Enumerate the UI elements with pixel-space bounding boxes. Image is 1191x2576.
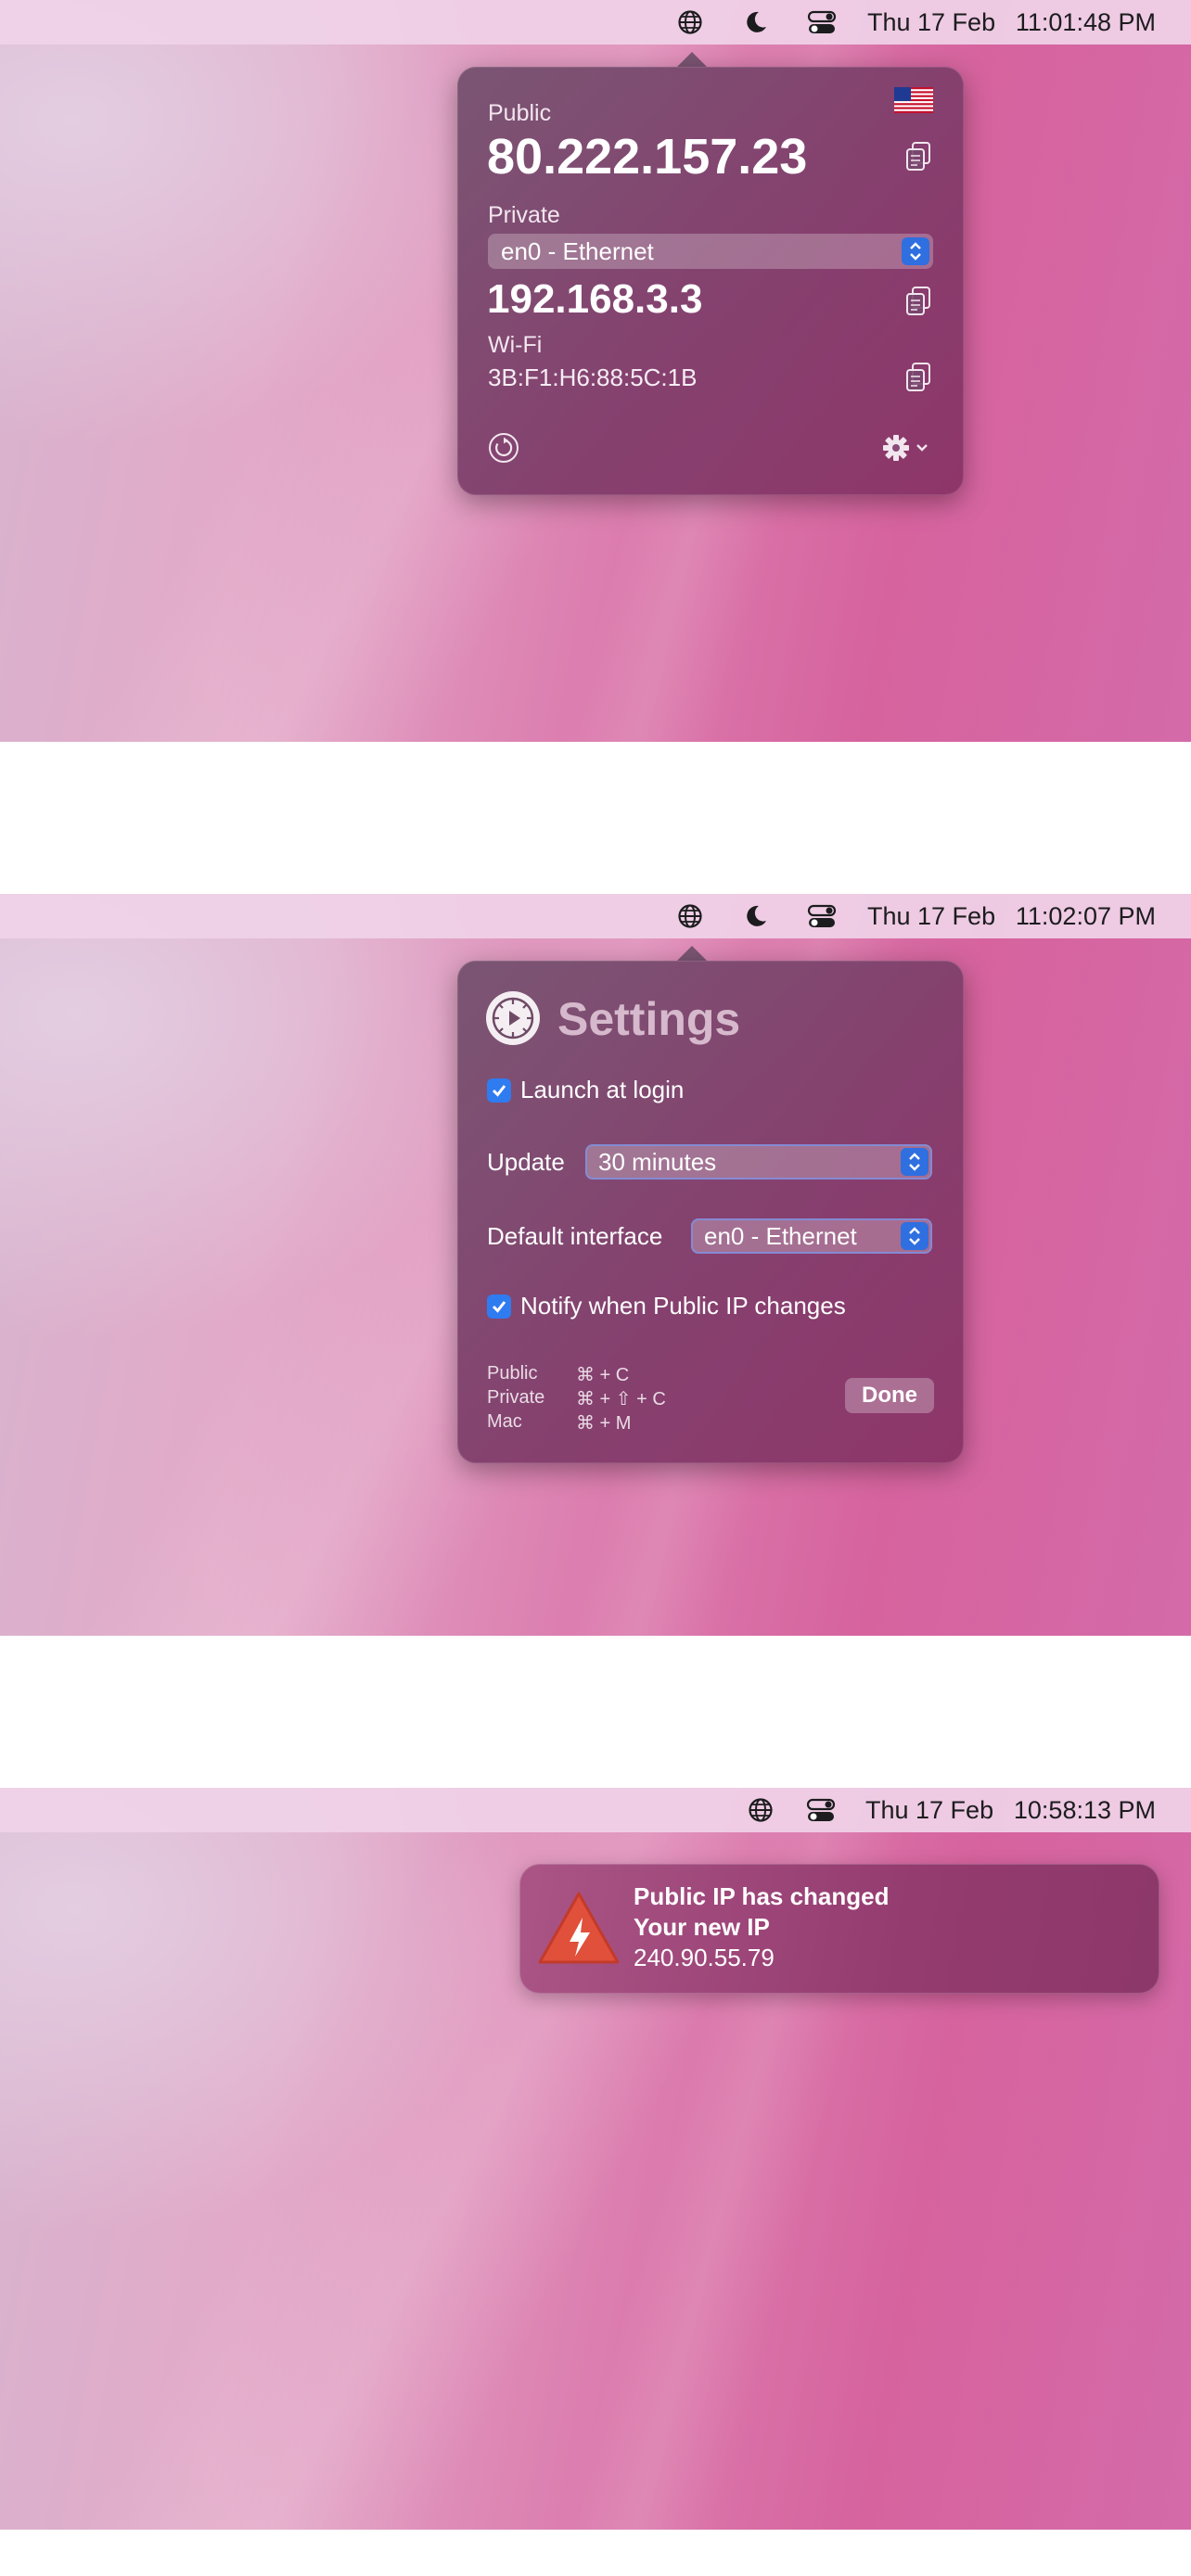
wifi-label: Wi-Fi xyxy=(488,332,543,358)
menu-bar: Thu 17 Feb 10:58:13 PM xyxy=(0,1788,1191,1832)
desktop-screen-2: Thu 17 Feb 11:02:07 PM Settings Launch a… xyxy=(0,894,1191,1636)
launch-at-login-label: Launch at login xyxy=(520,1076,685,1103)
control-center-icon[interactable] xyxy=(807,0,837,45)
ip-change-notification[interactable]: Public IP has changed Your new IP 240.90… xyxy=(519,1864,1159,1994)
chevron-updown-icon xyxy=(902,237,929,265)
shortcut-private-keys: ⌘ + ⇧ + C xyxy=(576,1389,666,1409)
private-ip-value[interactable]: 192.168.3.3 xyxy=(487,276,702,323)
control-center-icon[interactable] xyxy=(807,894,837,938)
copy-private-icon[interactable] xyxy=(904,286,932,322)
shortcut-public-keys: ⌘ + C xyxy=(576,1365,630,1385)
menubar-date: Thu 17 Feb xyxy=(865,1795,994,1824)
update-interval-select[interactable]: 30 minutes xyxy=(585,1144,932,1180)
moon-icon[interactable] xyxy=(744,894,768,938)
update-label: Update xyxy=(487,1148,565,1176)
shortcut-mac-name: Mac xyxy=(487,1411,522,1432)
interface-select-value: en0 - Ethernet xyxy=(501,236,654,265)
copy-public-icon[interactable] xyxy=(904,141,932,177)
shortcut-public-name: Public xyxy=(487,1363,538,1384)
shortcut-mac-keys: ⌘ + M xyxy=(576,1413,632,1434)
launch-at-login-checkbox[interactable] xyxy=(487,1078,511,1103)
menubar-date: Thu 17 Feb xyxy=(867,901,996,930)
refresh-icon[interactable] xyxy=(488,432,519,468)
notify-ip-change-checkbox[interactable] xyxy=(487,1294,511,1319)
notification-ip: 240.90.55.79 xyxy=(634,1944,775,1971)
menubar-time: 11:02:07 PM xyxy=(1015,901,1156,930)
public-ip-value[interactable]: 80.222.157.23 xyxy=(487,128,807,185)
settings-popover: Settings Launch at login Update 30 minut… xyxy=(457,961,964,1463)
control-center-icon[interactable] xyxy=(806,1788,836,1832)
menubar-time: 11:01:48 PM xyxy=(1015,7,1156,36)
desktop-screen-1: Thu 17 Feb 11:01:48 PM Public 80.222.157… xyxy=(0,0,1191,742)
moon-icon[interactable] xyxy=(744,0,768,45)
shortcut-private-name: Private xyxy=(487,1387,545,1408)
private-label: Private xyxy=(488,202,560,228)
settings-gear-icon[interactable] xyxy=(882,434,934,466)
notification-title: Public IP has changed xyxy=(634,1882,890,1910)
popover-arrow xyxy=(677,52,707,67)
ip-popover: Public 80.222.157.23 Private en0 - Ether… xyxy=(457,67,964,495)
warning-lightning-icon xyxy=(536,1890,621,1970)
chevron-updown-icon xyxy=(901,1148,928,1176)
notification-subtitle: Your new IP xyxy=(634,1913,770,1941)
popover-arrow xyxy=(677,946,707,961)
settings-app-icon xyxy=(485,990,541,1051)
menu-bar: Thu 17 Feb 11:01:48 PM xyxy=(0,0,1191,45)
globe-menu-icon[interactable] xyxy=(748,1788,774,1832)
globe-menu-icon[interactable] xyxy=(677,894,703,938)
default-interface-value: en0 - Ethernet xyxy=(704,1221,857,1250)
update-interval-value: 30 minutes xyxy=(598,1147,717,1176)
copy-mac-icon[interactable] xyxy=(904,362,932,398)
menu-bar: Thu 17 Feb 11:02:07 PM xyxy=(0,894,1191,938)
settings-title: Settings xyxy=(557,993,741,1045)
desktop-screen-3: Thu 17 Feb 10:58:13 PM Public IP has cha… xyxy=(0,1788,1191,2530)
menubar-time: 10:58:13 PM xyxy=(1013,1795,1156,1824)
notify-ip-change-label: Notify when Public IP changes xyxy=(520,1292,846,1320)
default-interface-label: Default interface xyxy=(487,1222,663,1250)
interface-select[interactable]: en0 - Ethernet xyxy=(488,234,933,269)
default-interface-select[interactable]: en0 - Ethernet xyxy=(691,1218,932,1254)
globe-menu-icon[interactable] xyxy=(677,0,703,45)
us-flag-icon xyxy=(894,87,933,118)
done-button[interactable]: Done xyxy=(845,1378,934,1413)
public-label: Public xyxy=(488,100,552,126)
mac-address-value[interactable]: 3B:F1:H6:88:5C:1B xyxy=(488,363,697,392)
chevron-updown-icon xyxy=(901,1222,928,1250)
menubar-date: Thu 17 Feb xyxy=(867,7,996,36)
